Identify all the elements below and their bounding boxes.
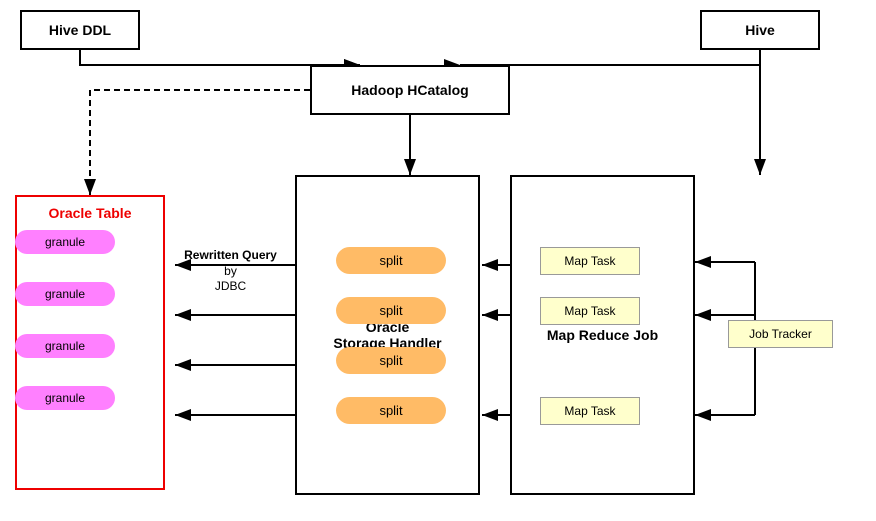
hadoop-box: Hadoop HCatalog xyxy=(310,65,510,115)
map-task-1: Map Task xyxy=(540,247,640,275)
hive-label: Hive xyxy=(745,22,775,38)
split-4: split xyxy=(336,397,446,424)
map-task-2: Map Task xyxy=(540,297,640,325)
job-tracker-label: Job Tracker xyxy=(749,327,812,341)
oracle-storage-box: OracleStorage Handler xyxy=(295,175,480,495)
granule-3: granule xyxy=(15,334,115,358)
diagram: Hive DDL Hive Hadoop HCatalog Oracle Tab… xyxy=(0,0,876,521)
hive-box: Hive xyxy=(700,10,820,50)
split-2: split xyxy=(336,297,446,324)
oracle-table-title: Oracle Table xyxy=(25,205,155,221)
mapreduce-label: Map Reduce Job xyxy=(547,327,658,343)
split-3: split xyxy=(336,347,446,374)
hadoop-label: Hadoop HCatalog xyxy=(351,82,468,98)
hive-ddl-box: Hive DDL xyxy=(20,10,140,50)
map-task-3: Map Task xyxy=(540,397,640,425)
granule-container: granule granule granule granule xyxy=(15,225,115,415)
granule-2: granule xyxy=(15,282,115,306)
mapreduce-box: Map Reduce Job xyxy=(510,175,695,495)
split-1: split xyxy=(336,247,446,274)
granule-4: granule xyxy=(15,386,115,410)
rewritten-query-label: Rewritten Query byJDBC xyxy=(178,248,283,295)
job-tracker-box: Job Tracker xyxy=(728,320,833,348)
granule-1: granule xyxy=(15,230,115,254)
hive-ddl-label: Hive DDL xyxy=(49,22,111,38)
